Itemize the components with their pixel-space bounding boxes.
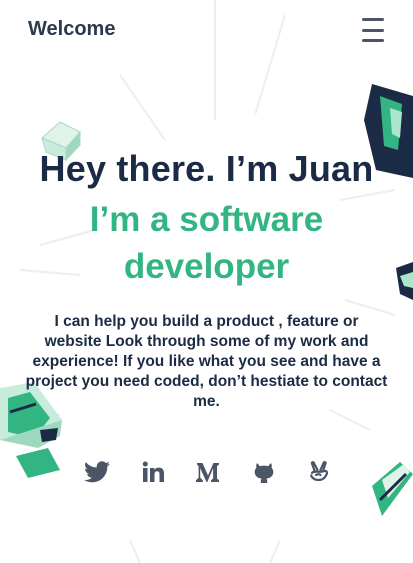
- medium-icon[interactable]: [191, 455, 225, 489]
- angellist-icon[interactable]: [302, 455, 336, 489]
- github-icon[interactable]: [247, 455, 281, 489]
- site-brand[interactable]: Welcome: [28, 18, 115, 41]
- menu-line: [362, 18, 384, 21]
- social-links: [80, 455, 336, 489]
- top-navigation-bar: Welcome: [0, 0, 413, 62]
- shape-bottom-right: [372, 462, 413, 516]
- twitter-icon[interactable]: [80, 455, 114, 489]
- menu-line: [362, 39, 384, 42]
- shape-right-middle: [396, 262, 413, 300]
- linkedin-icon[interactable]: [136, 455, 170, 489]
- intro-paragraph: I can help you build a product , feature…: [25, 313, 388, 410]
- hamburger-menu-icon[interactable]: [362, 18, 388, 42]
- hero-subtitle: I’m a software developer: [89, 200, 324, 286]
- menu-line: [362, 28, 384, 32]
- hero-title: Hey there. I’m Juan: [39, 148, 374, 189]
